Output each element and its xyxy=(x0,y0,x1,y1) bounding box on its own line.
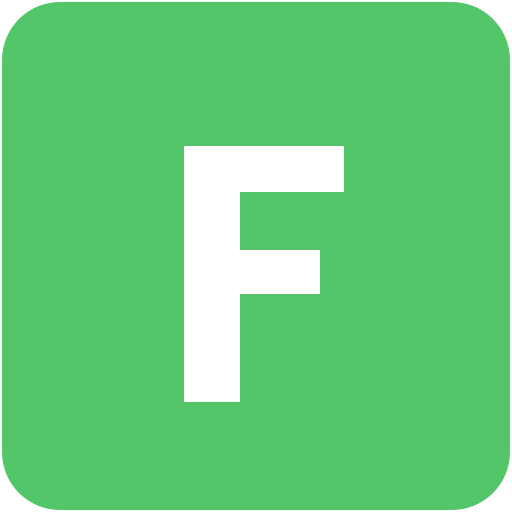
letter-f-middle-bar xyxy=(184,250,320,294)
letter-f-icon xyxy=(184,146,344,402)
letter-f-top-bar xyxy=(184,146,344,192)
app-icon xyxy=(2,2,510,510)
